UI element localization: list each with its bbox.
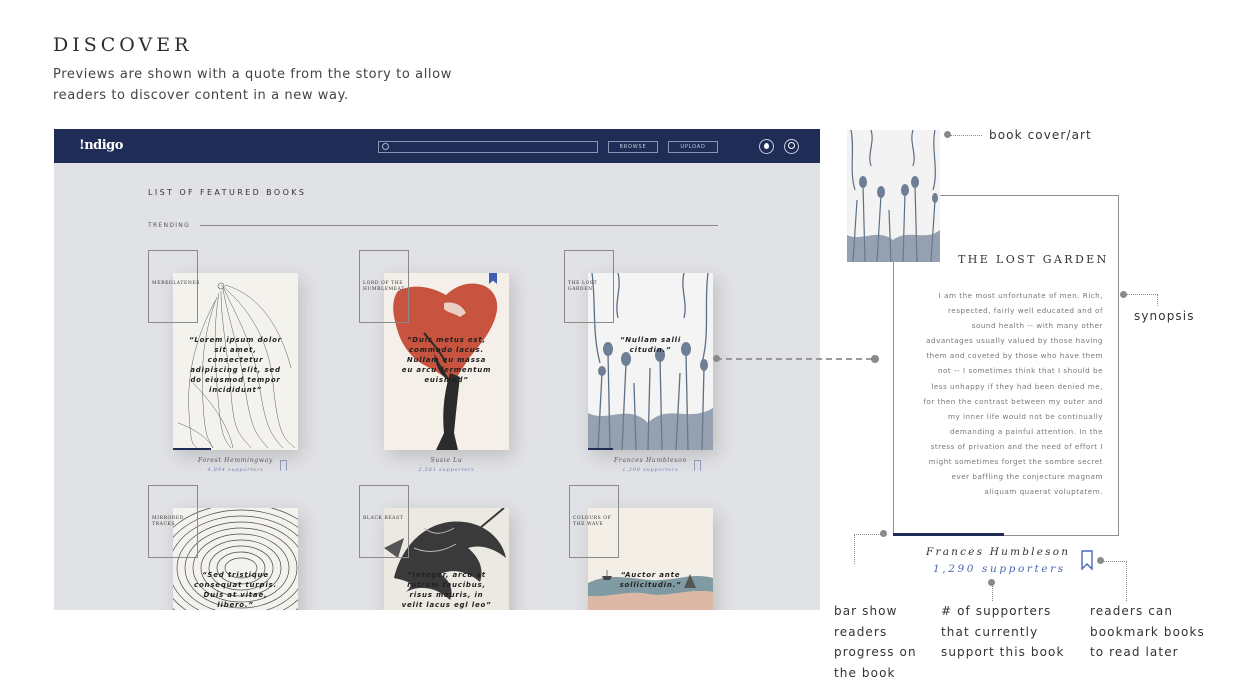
detail-author[interactable]: Frances Humbleson [926, 546, 1070, 558]
book-quote: “Nullam salli citudin.” [619, 336, 682, 354]
book-quote: “Sed tristique consequat turpis. Duis at… [194, 571, 277, 609]
callout-dot [880, 530, 887, 537]
indigo-logo[interactable]: !ndigo [79, 138, 123, 153]
bookmark-icon[interactable] [280, 460, 287, 471]
callout-synopsis: synopsis [1134, 309, 1195, 323]
browse-button[interactable]: BROWSE [608, 141, 658, 153]
book-author[interactable]: Susie Lu [384, 457, 509, 464]
callout-line [950, 135, 982, 136]
trending-divider [200, 225, 718, 226]
detail-connector-line [716, 358, 872, 360]
upload-button[interactable]: UPLOAD [668, 141, 718, 153]
callout-bookmark: readers can bookmark books to read later [1090, 604, 1205, 659]
notifications-icon[interactable] [759, 139, 774, 154]
top-navigation-bar: !ndigo BROWSE UPLOAD [54, 129, 820, 163]
book-quote: “Integer, arcu at rutrum faucibus, risus… [401, 571, 492, 609]
callout-line [854, 534, 881, 535]
book-quote: “Lorem ipsum dolor sit amet, consectetur… [189, 336, 282, 394]
detail-book-cover [847, 130, 940, 262]
callout-progress: bar show readers progress on the book [834, 604, 917, 680]
callout-line [1157, 294, 1158, 306]
book-title-label: MIRRORED TRACKS [148, 485, 198, 558]
reading-progress-bar [173, 448, 211, 450]
detail-reading-progress-bar [893, 533, 1004, 536]
callout-line [992, 585, 993, 601]
book-title-label: THE LOST GARDEN [564, 250, 614, 323]
connector-dot [713, 355, 720, 362]
book-title-label: COLOURS OF THE WAVE [569, 485, 619, 558]
search-input[interactable] [378, 141, 598, 153]
callout-line [1126, 294, 1158, 295]
connector-dot [871, 355, 879, 363]
book-title-label: LORD OF THE HUMBLEMEAT [359, 250, 409, 323]
reading-progress-bar [588, 448, 613, 450]
callout-supporters: # of supporters that currently support t… [941, 604, 1065, 659]
user-profile-icon[interactable] [784, 139, 799, 154]
book-title-label: MERKOLATENES [148, 250, 199, 323]
callout-line [1126, 561, 1127, 601]
app-mockup: !ndigo BROWSE UPLOAD LIST OF FEATURED BO… [54, 129, 820, 610]
featured-books-heading: LIST OF FEATURED BOOKS [148, 188, 307, 197]
trending-label: TRENDING [148, 222, 191, 229]
callout-cover: book cover/art [989, 128, 1092, 142]
detail-synopsis: I am the most unfortunate of men. Rich, … [923, 291, 1103, 497]
book-supporters: 2,561 supporters [418, 467, 475, 473]
detail-book-title: THE LOST GARDEN [958, 253, 1109, 266]
book-quote: “Duis metus est, commodo lacus. Nullam e… [401, 336, 492, 384]
callout-line [854, 534, 855, 564]
book-quote: “Auctor ante sollicitudin.” [619, 571, 682, 589]
presentation-subtitle: Previews are shown with a quote from the… [53, 67, 452, 103]
detail-supporters: 1,290 supporters [933, 563, 1066, 575]
bookmark-icon[interactable] [694, 460, 701, 471]
presentation-title: DISCOVER [53, 34, 193, 56]
search-icon [382, 143, 389, 150]
callout-line [1103, 561, 1127, 562]
bookmark-icon[interactable] [1081, 550, 1093, 570]
book-title-label: BLACK BEAST [359, 485, 409, 558]
